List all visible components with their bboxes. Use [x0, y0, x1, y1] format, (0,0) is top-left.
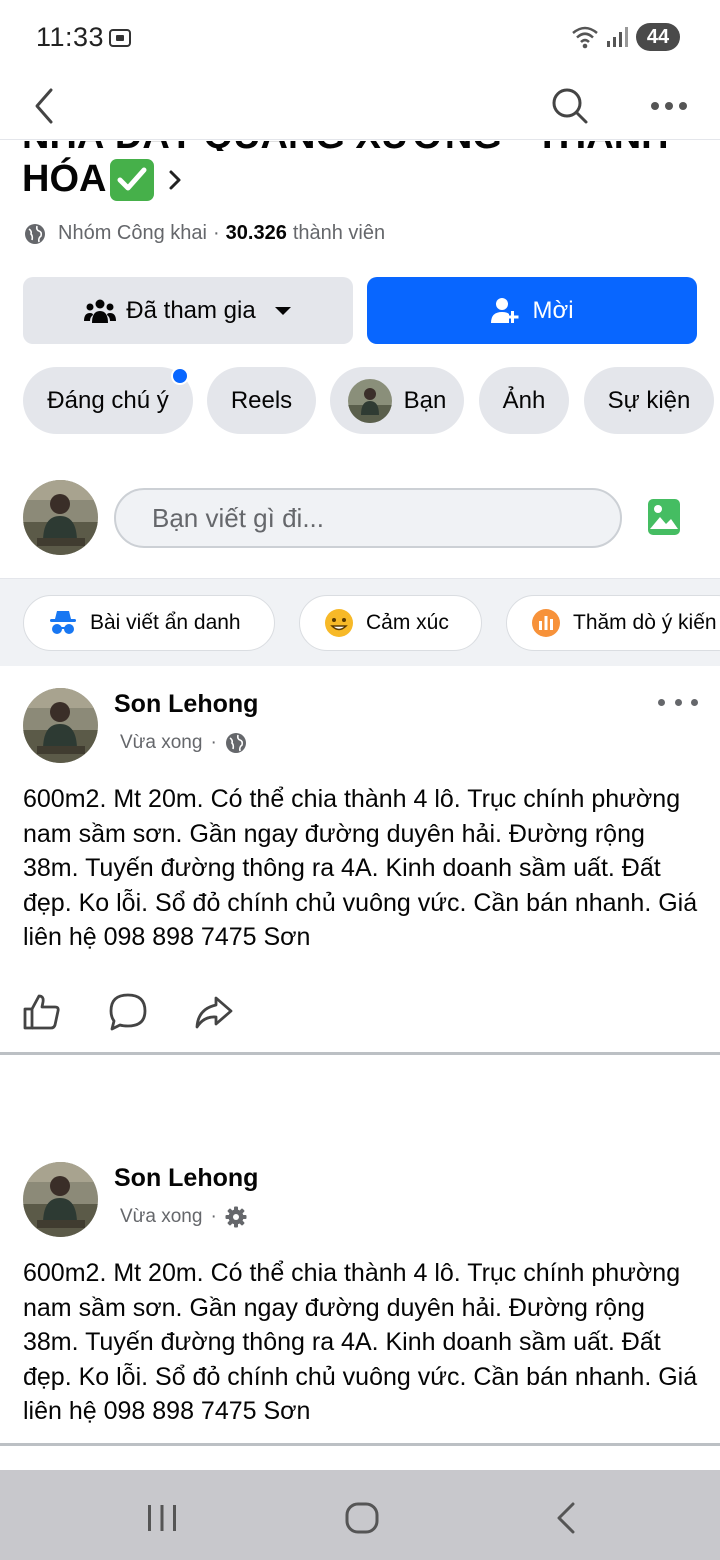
post-actions: [22, 992, 234, 1032]
group-privacy: Nhóm Công khai: [58, 222, 207, 244]
incognito-icon: [50, 611, 76, 634]
gear-icon: [225, 1206, 247, 1228]
tab-reels-label: Reels: [230, 386, 293, 414]
post-time: Vừa xong: [120, 732, 203, 753]
top-nav: [0, 72, 720, 140]
more-dot: [674, 698, 682, 706]
friend-avatar: [347, 378, 392, 423]
post-author[interactable]: Son Lehong: [114, 690, 258, 719]
composer-input[interactable]: Bạn viết gì đi...: [114, 488, 622, 548]
signal-icon: [607, 27, 628, 47]
share-icon: [195, 996, 233, 1029]
poll-button[interactable]: Thăm dò ý kiến: [506, 595, 720, 651]
group-title-text: HÓA: [22, 158, 107, 200]
comment-icon: [109, 993, 147, 1031]
post-card: Son Lehong Vừa xong · 600m2. Mt 20m. Có …: [0, 666, 720, 1058]
anonymous-post-button[interactable]: Bài viết ẩn danh: [23, 595, 275, 651]
composer-placeholder: Bạn viết gì đi...: [152, 502, 324, 533]
joined-button[interactable]: Đã tham gia: [23, 277, 353, 344]
invite-button[interactable]: Mời: [367, 277, 697, 344]
like-icon: [23, 994, 60, 1030]
invite-label: Mời: [532, 296, 574, 324]
post-divider: [0, 1443, 720, 1446]
chevron-right-icon: [169, 170, 181, 189]
post-meta: Vừa xong ·: [120, 1206, 247, 1228]
notification-dot: [171, 367, 189, 385]
member-count: 30.326: [225, 222, 287, 244]
like-button[interactable]: [22, 992, 62, 1032]
group-meta: Nhóm Công khai · 30.326 thành viên: [24, 222, 385, 245]
poll-icon: [532, 609, 560, 637]
feeling-button[interactable]: Cảm xúc: [299, 595, 482, 651]
add-person-icon: [491, 297, 519, 323]
poll-label: Thăm dò ý kiến: [573, 611, 717, 634]
more-dot: [658, 698, 665, 706]
tab-photos[interactable]: Ảnh: [479, 367, 569, 434]
post-text: 600m2. Mt 20m. Có thể chia thành 4 lô. T…: [23, 1259, 698, 1425]
post-author[interactable]: Son Lehong: [114, 1164, 258, 1193]
post-meta: Vừa xong ·: [120, 732, 247, 754]
tab-photos-label: Ảnh: [502, 386, 546, 414]
share-button[interactable]: [194, 992, 234, 1032]
battery-indicator: 44: [636, 23, 680, 51]
tab-friends-label: Bạn: [403, 386, 447, 414]
comment-button[interactable]: [108, 992, 148, 1032]
post-more-button[interactable]: [658, 690, 698, 714]
people-icon: [84, 299, 117, 323]
tab-events[interactable]: Sự kiện: [584, 367, 714, 434]
tab-featured[interactable]: Đáng chú ý: [23, 367, 193, 434]
status-bar: 11:33 44: [0, 0, 720, 72]
author-avatar[interactable]: [23, 1162, 98, 1237]
system-back-icon: [557, 1502, 575, 1534]
feeling-label: Cảm xúc: [366, 611, 449, 634]
recent-apps-icon: [148, 1505, 176, 1531]
home-icon: [345, 1502, 379, 1534]
system-nav-bar: [0, 1470, 720, 1560]
meta-separator: ·: [212, 222, 220, 244]
more-options-button[interactable]: [645, 82, 693, 130]
status-time: 11:33: [36, 22, 105, 52]
back-arrow-icon: [35, 88, 53, 124]
post-text: 600m2. Mt 20m. Có thể chia thành 4 lô. T…: [23, 785, 698, 951]
globe-icon: [225, 733, 246, 753]
recent-apps-button[interactable]: [142, 1500, 182, 1536]
tab-friends[interactable]: Bạn: [330, 367, 464, 434]
globe-icon: [25, 223, 45, 244]
more-dot: [691, 698, 698, 706]
screenshot-icon: [109, 29, 131, 47]
tab-events-label: Sự kiện: [607, 386, 691, 414]
caret-down-icon: [274, 306, 291, 315]
check-mark-icon: [110, 158, 155, 201]
user-avatar[interactable]: [23, 480, 98, 555]
post-card: Son Lehong Vừa xong · 600m2. Mt 20m. Có …: [0, 1140, 720, 1440]
author-avatar[interactable]: [23, 688, 98, 763]
home-button[interactable]: [342, 1500, 382, 1536]
system-back-button[interactable]: [546, 1500, 586, 1536]
member-label: thành viên: [292, 222, 386, 244]
post-meta-separator: ·: [210, 1206, 217, 1227]
tab-featured-label: Đáng chú ý: [47, 386, 169, 414]
group-title-partial: NHÀ ĐẤT QUẢNG XƯƠNG - THANH: [22, 141, 712, 151]
smiley-icon: [325, 609, 353, 637]
more-dots-icon: [651, 102, 687, 110]
tab-reels[interactable]: Reels: [207, 367, 316, 434]
post-divider: [0, 1052, 720, 1055]
anonymous-post-label: Bài viết ẩn danh: [90, 611, 241, 634]
composer-actions-row: Bài viết ẩn danh Cảm xúc Thăm dò ý kiến: [0, 578, 720, 666]
photo-icon[interactable]: [646, 497, 682, 537]
joined-label: Đã tham gia: [126, 296, 256, 324]
search-button[interactable]: [546, 82, 594, 130]
post-meta-separator: ·: [210, 732, 217, 753]
back-button[interactable]: [20, 82, 68, 130]
group-title[interactable]: HÓA: [22, 158, 182, 201]
search-icon: [552, 88, 588, 124]
wifi-icon: [572, 26, 598, 49]
status-right: 44: [570, 22, 680, 52]
post-time: Vừa xong: [120, 1206, 203, 1227]
